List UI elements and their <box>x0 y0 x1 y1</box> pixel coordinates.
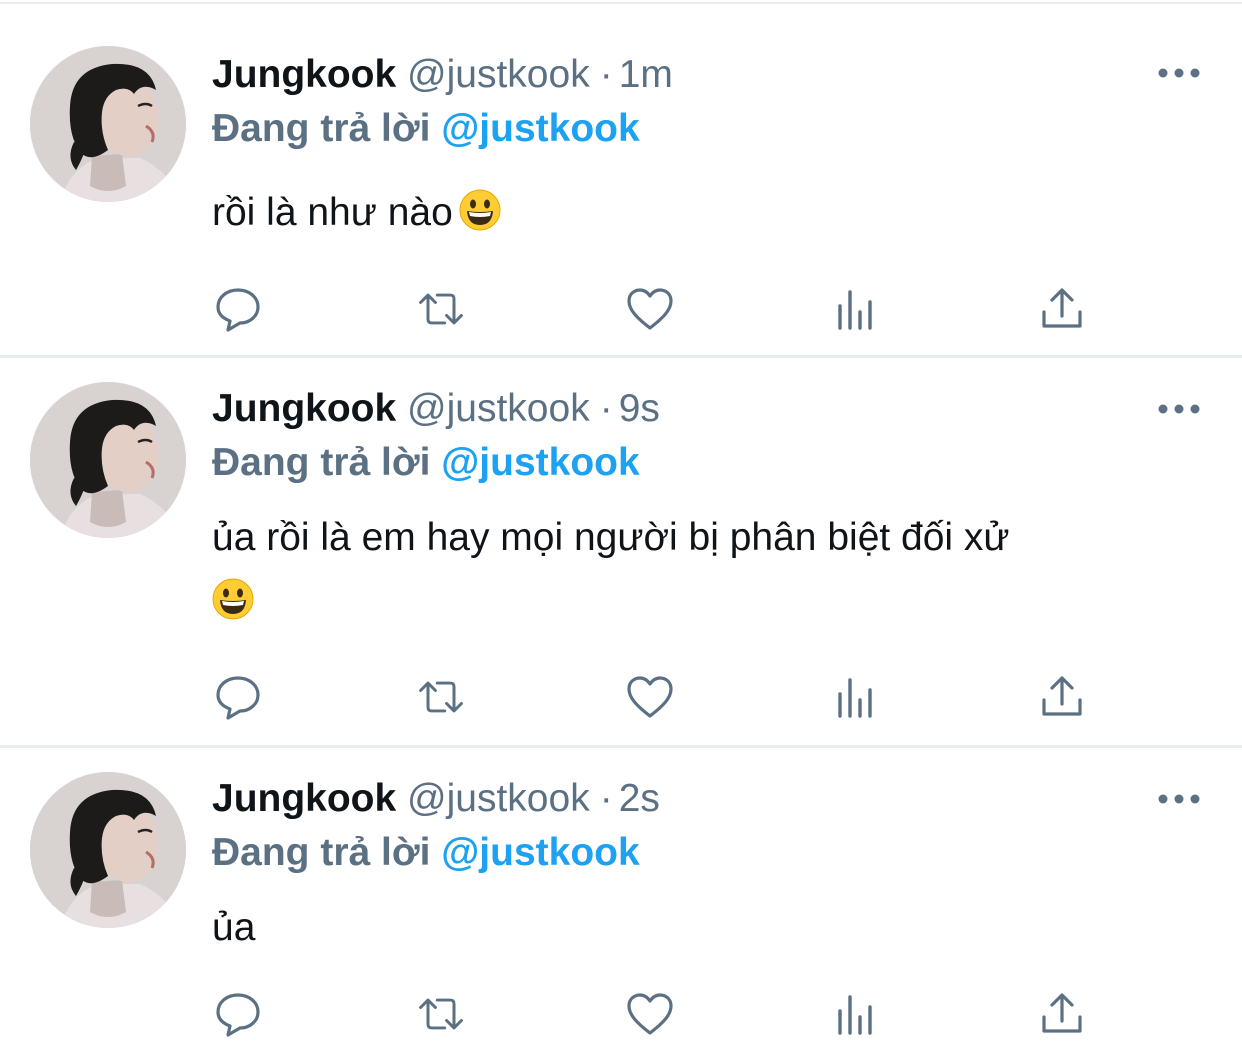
like-icon[interactable] <box>624 989 676 1039</box>
tweet[interactable]: Jungkook @justkook · 1m Đang trả lời @just… <box>0 4 1242 358</box>
timestamp[interactable]: 2s <box>619 777 660 820</box>
timestamp[interactable]: 9s <box>619 387 660 430</box>
tweet-header: Jungkook @justkook · 2s <box>212 774 660 824</box>
like-icon[interactable] <box>624 284 676 334</box>
tweet-text-content: rồi là như nào <box>212 191 453 234</box>
replying-to-handle[interactable]: @justkook <box>441 107 639 150</box>
tweet[interactable]: Jungkook @justkook · 2s Đang trả lời @just… <box>0 748 1242 1064</box>
grinning-face-emoji <box>212 578 254 620</box>
reply-icon[interactable] <box>212 284 264 334</box>
tweet-text-content: ủa rồi là em hay mọi người bị phân biệt … <box>212 516 1010 559</box>
user-handle[interactable]: @justkook <box>407 53 590 96</box>
more-icon[interactable] <box>1158 66 1200 80</box>
display-name[interactable]: Jungkook <box>212 53 396 96</box>
analytics-icon[interactable] <box>830 672 882 722</box>
analytics-icon[interactable] <box>830 989 882 1039</box>
display-name[interactable]: Jungkook <box>212 387 396 430</box>
tweet-actions <box>212 284 1112 334</box>
avatar[interactable] <box>30 382 186 538</box>
replying-to: Đang trả lời @justkook <box>212 104 640 154</box>
tweet[interactable]: Jungkook @justkook · 9s Đang trả lời @just… <box>0 358 1242 748</box>
avatar[interactable] <box>30 772 186 928</box>
share-icon[interactable] <box>1036 672 1088 722</box>
replying-to-label: Đang trả lời <box>212 107 431 150</box>
timestamp[interactable]: 1m <box>619 53 673 96</box>
replying-to-handle[interactable]: @justkook <box>441 831 639 874</box>
grinning-face-emoji <box>459 189 501 231</box>
tweet-text: rồi là như nào <box>212 181 1202 245</box>
tweet-actions <box>212 989 1112 1039</box>
separator-dot: · <box>599 387 613 430</box>
share-icon[interactable] <box>1036 989 1088 1039</box>
user-handle[interactable]: @justkook <box>407 777 590 820</box>
tweet-actions <box>212 672 1112 722</box>
replying-to: Đang trả lời @justkook <box>212 438 640 488</box>
like-icon[interactable] <box>624 672 676 722</box>
more-icon[interactable] <box>1158 792 1200 806</box>
tweet-text: ủa rồi là em hay mọi người bị phân biệt … <box>212 506 1202 620</box>
retweet-icon[interactable] <box>415 284 467 334</box>
retweet-icon[interactable] <box>415 989 467 1039</box>
more-icon[interactable] <box>1158 402 1200 416</box>
reply-icon[interactable] <box>212 672 264 722</box>
tweet-text-content: ủa <box>212 906 256 949</box>
replying-to-handle[interactable]: @justkook <box>441 441 639 484</box>
user-handle[interactable]: @justkook <box>407 387 590 430</box>
avatar[interactable] <box>30 46 186 202</box>
share-icon[interactable] <box>1036 284 1088 334</box>
retweet-icon[interactable] <box>415 672 467 722</box>
analytics-icon[interactable] <box>830 284 882 334</box>
replying-to-label: Đang trả lời <box>212 441 431 484</box>
separator-dot: · <box>599 53 613 96</box>
tweet-text: ủa <box>212 896 1202 960</box>
replying-to-label: Đang trả lời <box>212 831 431 874</box>
tweet-header: Jungkook @justkook · 1m <box>212 50 673 100</box>
display-name[interactable]: Jungkook <box>212 777 396 820</box>
replying-to: Đang trả lời @justkook <box>212 828 640 878</box>
separator-dot: · <box>599 777 613 820</box>
reply-icon[interactable] <box>212 989 264 1039</box>
tweet-header: Jungkook @justkook · 9s <box>212 384 660 434</box>
